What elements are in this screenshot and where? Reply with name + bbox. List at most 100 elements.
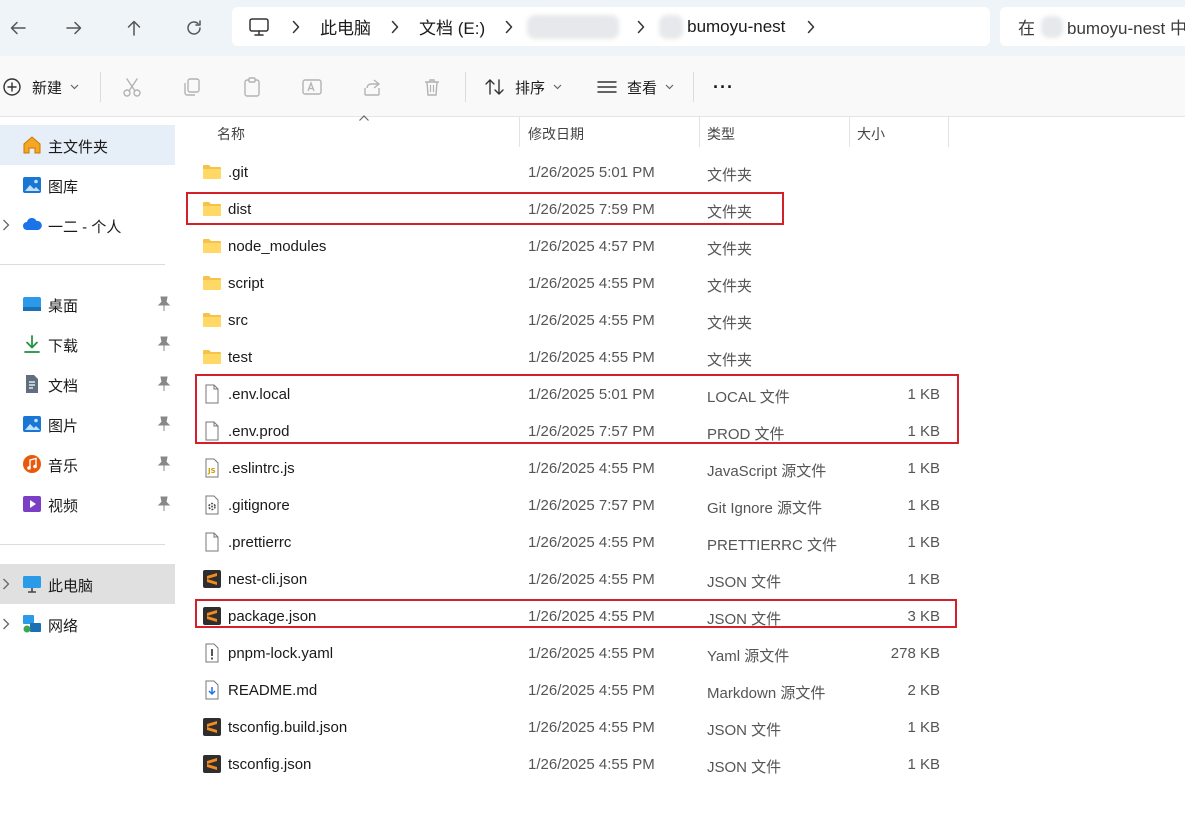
view-label: 查看 (627, 79, 658, 97)
sidebar-item-onedrive[interactable]: 一二 - 个人 (0, 205, 175, 245)
chevron-right-icon[interactable] (505, 20, 513, 34)
address-bar-row: 此电脑 文档 (E:) bumoyu-nest 在 bumoyu-nest 中 (0, 0, 1185, 56)
chevron-right-icon[interactable] (637, 20, 645, 34)
sidebar-item-home[interactable]: 主文件夹 (0, 125, 175, 165)
file-modified-date: 1/26/2025 4:55 PM (528, 682, 655, 699)
file-type: Yaml 源文件 (707, 648, 790, 665)
markdown-file-icon (202, 680, 222, 700)
pin-icon[interactable] (157, 496, 171, 512)
file-row[interactable]: .gitignore 1/26/2025 7:57 PM Git Ignore 源文… (196, 486, 976, 523)
file-name: node_modules (228, 238, 327, 255)
file-row[interactable]: script 1/26/2025 4:55 PM 文件夹 (196, 264, 976, 301)
new-button[interactable]: 新建 (2, 70, 79, 104)
chevron-right-icon[interactable] (2, 218, 10, 232)
file-row[interactable]: node_modules 1/26/2025 4:57 PM 文件夹 (196, 227, 976, 264)
forward-button[interactable] (56, 10, 92, 46)
file-size: 2 KB (907, 682, 940, 699)
plus-circle-icon (3, 78, 21, 96)
chevron-down-icon (665, 84, 674, 90)
gallery-icon (23, 177, 41, 193)
highlight-box-dist (186, 192, 784, 225)
sidebar-item-music[interactable]: 音乐 (0, 444, 175, 484)
column-divider[interactable] (948, 117, 949, 147)
up-button[interactable] (116, 10, 152, 46)
file-type: 文件夹 (707, 352, 753, 369)
breadcrumb-drive[interactable]: 文档 (E:) (419, 14, 485, 39)
svg-text:JS: JS (207, 467, 216, 475)
paste-button[interactable] (241, 70, 263, 104)
refresh-button[interactable] (176, 10, 212, 46)
pin-icon[interactable] (157, 456, 171, 472)
file-row[interactable]: .prettierrc 1/26/2025 4:55 PM PRETTIERRC 文… (196, 523, 976, 560)
share-button[interactable] (361, 70, 383, 104)
file-name: tsconfig.json (228, 756, 312, 773)
pin-icon[interactable] (157, 376, 171, 392)
pin-icon[interactable] (157, 416, 171, 432)
file-row[interactable]: test 1/26/2025 4:55 PM 文件夹 (196, 338, 976, 375)
rename-button[interactable] (301, 70, 323, 104)
search-input[interactable]: 在 bumoyu-nest 中 (1000, 7, 1185, 46)
cloud-icon (23, 217, 42, 230)
file-row[interactable]: JS .eslintrc.js 1/26/2025 4:55 PM JavaScrip… (196, 449, 976, 486)
sidebar-item-videos[interactable]: 视频 (0, 484, 175, 524)
file-name: src (228, 312, 248, 329)
back-button[interactable] (0, 10, 36, 46)
file-type: JSON 文件 (707, 759, 782, 776)
file-row[interactable]: pnpm-lock.yaml 1/26/2025 4:55 PM Yaml 源文件 2… (196, 634, 976, 671)
column-divider[interactable] (699, 117, 700, 147)
pin-icon[interactable] (157, 296, 171, 312)
file-name: nest-cli.json (228, 571, 308, 588)
file-size: 1 KB (907, 497, 940, 514)
file-modified-date: 1/26/2025 4:55 PM (528, 645, 655, 662)
sidebar-item-network[interactable]: 网络 (0, 604, 175, 644)
sidebar-item-gallery[interactable]: 图库 (0, 165, 175, 205)
pin-icon[interactable] (157, 336, 171, 352)
file-row[interactable]: src 1/26/2025 4:55 PM 文件夹 (196, 301, 976, 338)
sidebar-item-downloads[interactable]: 下载 (0, 324, 175, 364)
sidebar-item-pictures[interactable]: 图片 (0, 404, 175, 444)
column-divider[interactable] (849, 117, 850, 147)
desktop-icon (23, 297, 41, 311)
chevron-right-icon[interactable] (2, 577, 10, 591)
chevron-right-icon[interactable] (2, 617, 10, 631)
breadcrumb-current-folder[interactable]: bumoyu-nest (687, 17, 785, 37)
file-size: 278 KB (890, 645, 940, 662)
file-row[interactable]: tsconfig.build.json 1/26/2025 4:55 PM JSON… (196, 708, 976, 745)
clipboard-icon (244, 77, 260, 97)
file-name: .prettierrc (228, 534, 292, 551)
file-modified-date: 1/26/2025 4:57 PM (528, 238, 655, 255)
sidebar-item-label: 桌面 (48, 298, 79, 315)
column-divider[interactable] (519, 117, 520, 147)
file-type: 文件夹 (707, 167, 753, 184)
view-button[interactable]: 查看 (596, 70, 674, 104)
delete-button[interactable] (421, 70, 443, 104)
file-row[interactable]: tsconfig.json 1/26/2025 4:55 PM JSON 文件 1 K… (196, 745, 976, 782)
sort-button[interactable]: 排序 (484, 70, 562, 104)
file-row[interactable]: README.md 1/26/2025 4:55 PM Markdown 源文件 2 … (196, 671, 976, 708)
file-modified-date: 1/26/2025 4:55 PM (528, 719, 655, 736)
chevron-right-icon[interactable] (391, 20, 399, 34)
scissors-icon (123, 78, 141, 97)
sidebar-item-desktop[interactable]: 桌面 (0, 284, 175, 324)
copy-button[interactable] (181, 70, 203, 104)
sublime-text-icon (202, 717, 222, 737)
file-size: 1 KB (907, 460, 940, 477)
js-file-icon: JS (202, 458, 222, 478)
file-row[interactable]: .git 1/26/2025 5:01 PM 文件夹 (196, 153, 976, 190)
more-options-button[interactable]: ··· (713, 70, 734, 104)
file-name: script (228, 275, 264, 292)
sidebar-item-this-pc[interactable]: 此电脑 (0, 564, 175, 604)
sidebar-item-label: 主文件夹 (48, 139, 109, 156)
file-name: pnpm-lock.yaml (228, 645, 334, 662)
sidebar-divider (0, 264, 165, 265)
chevron-right-icon[interactable] (292, 20, 300, 34)
cut-button[interactable] (121, 70, 143, 104)
breadcrumb-this-pc[interactable]: 此电脑 (320, 14, 371, 39)
address-bar[interactable]: 此电脑 文档 (E:) bumoyu-nest (232, 7, 990, 46)
toolbar-divider (100, 72, 101, 102)
picture-icon (23, 416, 41, 432)
file-size: 1 KB (907, 534, 940, 551)
file-row[interactable]: nest-cli.json 1/26/2025 4:55 PM JSON 文件 1 K… (196, 560, 976, 597)
chevron-right-icon[interactable] (807, 20, 815, 34)
sidebar-item-documents[interactable]: 文档 (0, 364, 175, 404)
